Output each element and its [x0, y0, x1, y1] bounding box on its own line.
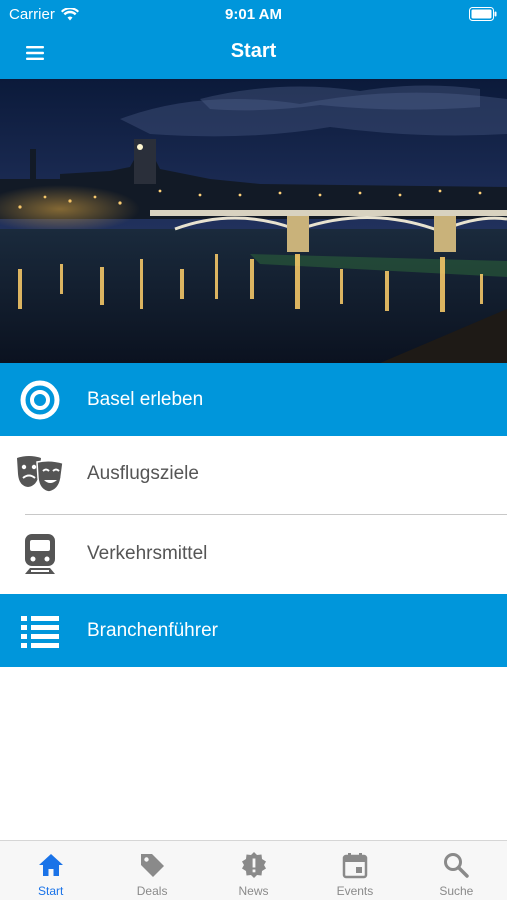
tag-icon	[141, 854, 165, 877]
status-time: 9:01 AM	[225, 6, 282, 23]
home-icon	[38, 854, 63, 876]
status-bar: Carrier 9:01 AM	[0, 0, 507, 28]
alert-badge-icon	[241, 852, 266, 878]
menu-item-ausflugsziele[interactable]: Ausflugsziele	[0, 437, 507, 510]
tab-start[interactable]: Start	[0, 841, 101, 900]
hero-image	[0, 79, 507, 363]
tab-label: Deals	[136, 884, 168, 898]
tab-deals[interactable]: Deals	[101, 841, 202, 900]
menu-item-branchenfuehrer[interactable]: Branchenführer	[0, 594, 507, 667]
tab-label: Start	[38, 884, 64, 898]
menu-item-label: Ausflugsziele	[87, 462, 199, 484]
tab-label: Suche	[439, 884, 474, 898]
menu-item-label: Basel erleben	[87, 388, 204, 410]
tab-suche[interactable]: Suche	[406, 841, 507, 900]
target-icon	[14, 374, 66, 426]
app-header: Carrier 9:01 AM Start	[0, 0, 507, 79]
menu-item-label: Branchenführer	[87, 619, 218, 641]
list-icon	[14, 605, 66, 657]
nav-bar: Start	[0, 28, 507, 79]
tab-events[interactable]: Events	[304, 841, 405, 900]
theater-masks-icon	[14, 448, 66, 500]
search-icon	[444, 853, 470, 878]
page-title: Start	[230, 40, 277, 62]
tab-news[interactable]: News	[203, 841, 304, 900]
list-divider	[25, 514, 507, 515]
battery-icon	[469, 7, 497, 21]
calendar-icon	[342, 853, 368, 879]
train-icon	[14, 528, 66, 580]
menu-item-basel-erleben[interactable]: Basel erleben	[0, 363, 507, 436]
menu-item-label: Verkehrsmittel	[87, 542, 208, 564]
tab-label: News	[238, 884, 269, 898]
menu-item-verkehrsmittel[interactable]: Verkehrsmittel	[0, 517, 507, 590]
tab-label: Events	[336, 884, 374, 898]
tab-bar: Start Deals News Events Suche	[0, 840, 507, 900]
